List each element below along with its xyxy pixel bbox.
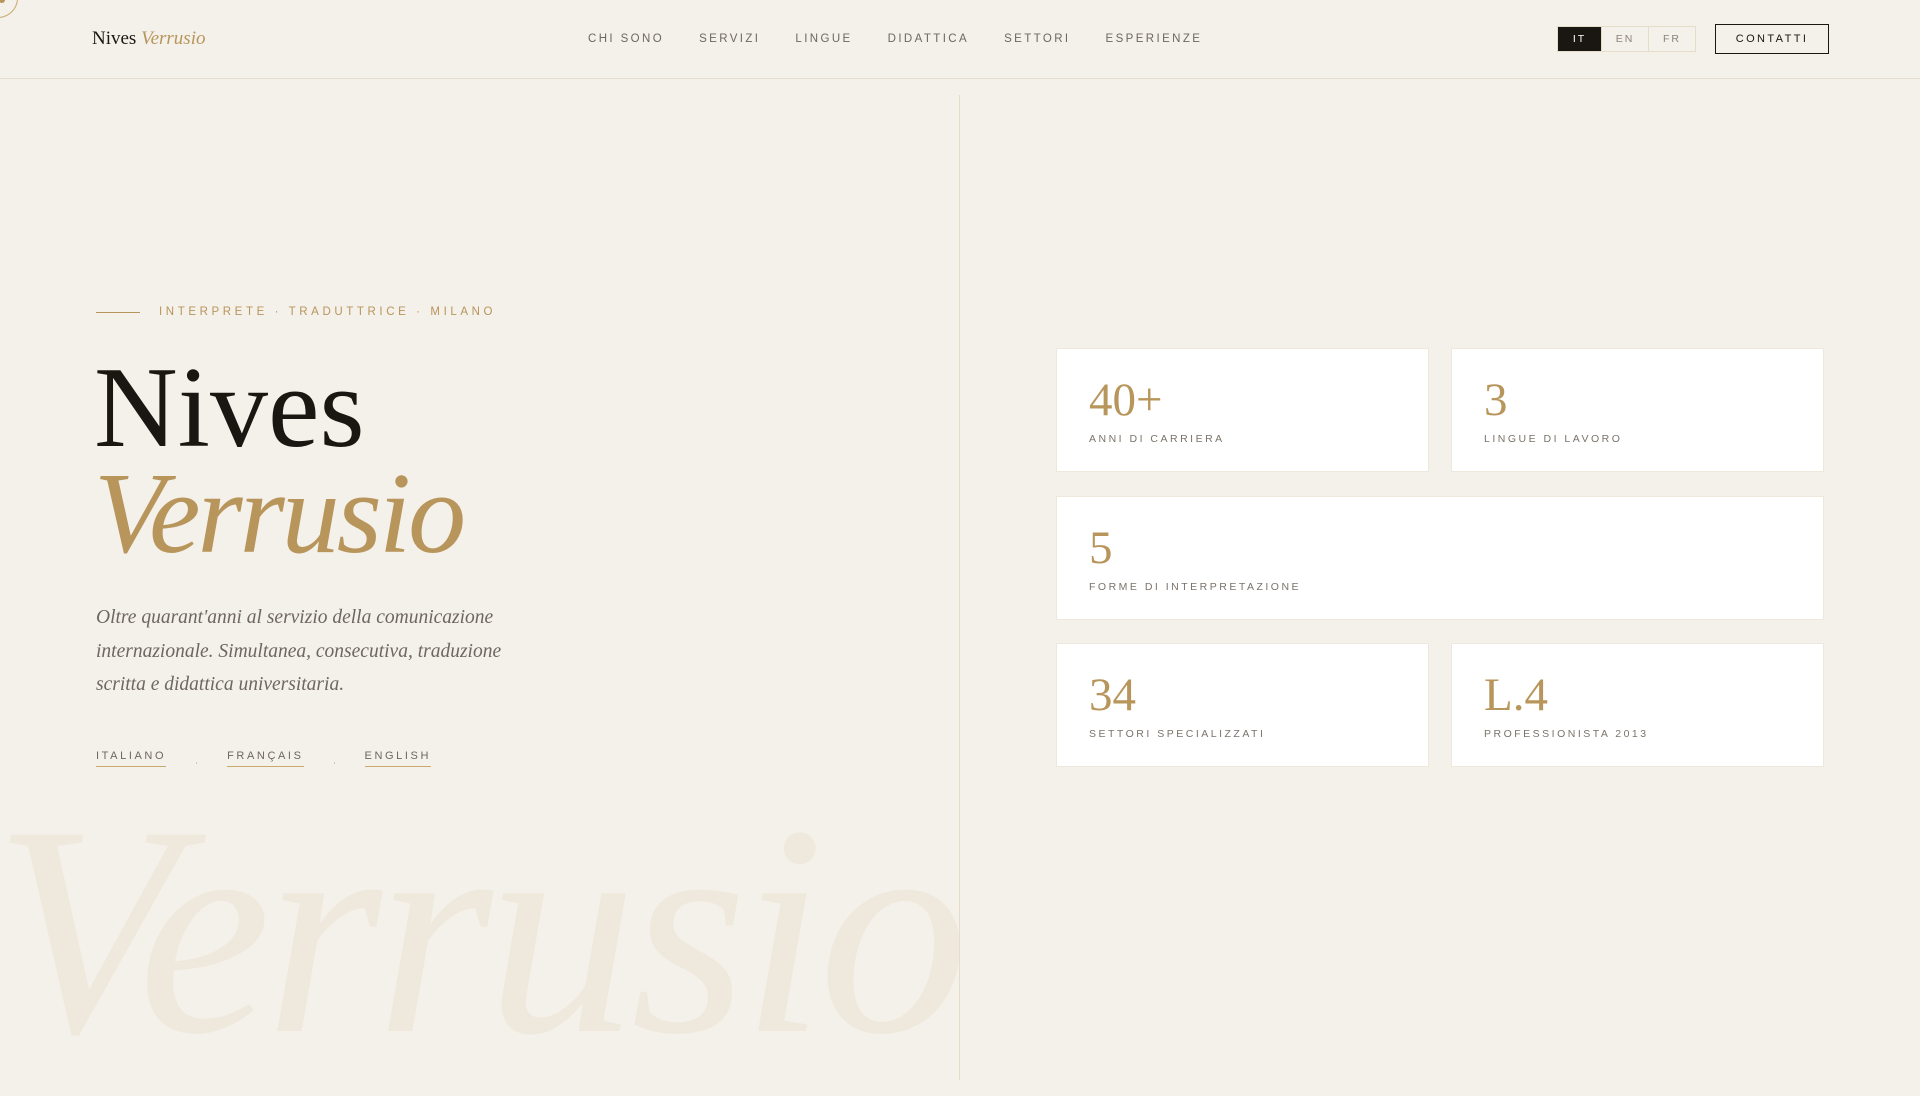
tagline: INTERPRETE · TRADUTTRICE · MILANO: [96, 306, 496, 318]
stat-value: 5: [1089, 522, 1113, 574]
tagline-rule: [96, 311, 140, 313]
stat-value: 40+: [1089, 374, 1163, 426]
stat-value: 34: [1089, 669, 1136, 721]
nav-didattica[interactable]: DIDATTICA: [888, 33, 969, 45]
link-francais[interactable]: FRANÇAIS: [227, 750, 304, 767]
hero-first-name: Nives: [94, 344, 365, 472]
link-english[interactable]: ENGLISH: [364, 750, 432, 767]
main-nav: CHI SONO SERVIZI LINGUE DIDATTICA SETTOR…: [588, 33, 1202, 45]
stat-card-sectors: 34 SETTORI SPECIALIZZATI: [1056, 643, 1429, 767]
logo[interactable]: Nives Verrusio: [92, 28, 205, 50]
language-switcher: IT EN FR: [1557, 26, 1696, 52]
hero-description: Oltre quarant'anni al servizio della com…: [96, 607, 502, 695]
stat-card-interpretation: 5 FORME DI INTERPRETAZIONE: [1056, 496, 1824, 620]
nav-lingue[interactable]: LINGUE: [795, 33, 852, 45]
stat-value: 3: [1484, 374, 1508, 426]
stat-label: LINGUE DI LAVORO: [1484, 433, 1623, 445]
site-header: Nives Verrusio CHI SONO SERVIZI LINGUE D…: [0, 0, 1920, 79]
lang-it-button[interactable]: IT: [1558, 27, 1601, 51]
stat-card-career: 40+ ANNI DI CARRIERA: [1056, 348, 1429, 472]
stat-value: L.4: [1484, 669, 1548, 721]
lang-en-button[interactable]: EN: [1601, 27, 1648, 51]
vertical-divider: [959, 95, 960, 1080]
watermark-text: Verrusio: [0, 764, 969, 1096]
stat-label: ANNI DI CARRIERA: [1089, 433, 1225, 445]
nav-settori[interactable]: SETTORI: [1004, 33, 1070, 45]
lang-fr-button[interactable]: FR: [1648, 27, 1695, 51]
separator: [333, 761, 335, 764]
nav-servizi[interactable]: SERVIZI: [699, 33, 760, 45]
stat-card-languages: 3 LINGUE DI LAVORO: [1451, 348, 1824, 472]
logo-second: Verrusio: [141, 28, 206, 49]
stat-label: PROFESSIONISTA 2013: [1484, 728, 1649, 740]
stat-label: FORME DI INTERPRETAZIONE: [1089, 581, 1302, 593]
separator: [196, 761, 198, 764]
tagline-text: INTERPRETE · TRADUTTRICE · MILANO: [159, 306, 497, 318]
stat-card-professional: L.4 PROFESSIONISTA 2013: [1451, 643, 1824, 767]
stat-label: SETTORI SPECIALIZZATI: [1089, 728, 1266, 740]
language-links: ITALIANO FRANÇAIS ENGLISH: [96, 750, 432, 767]
logo-first: Nives: [92, 28, 137, 49]
contact-button[interactable]: CONTATTI: [1715, 24, 1829, 54]
hero-last-name: Verrusio: [94, 450, 466, 578]
nav-chi-sono[interactable]: CHI SONO: [588, 33, 664, 45]
nav-esperienze[interactable]: ESPERIENZE: [1106, 33, 1203, 45]
link-italiano[interactable]: ITALIANO: [96, 750, 167, 767]
